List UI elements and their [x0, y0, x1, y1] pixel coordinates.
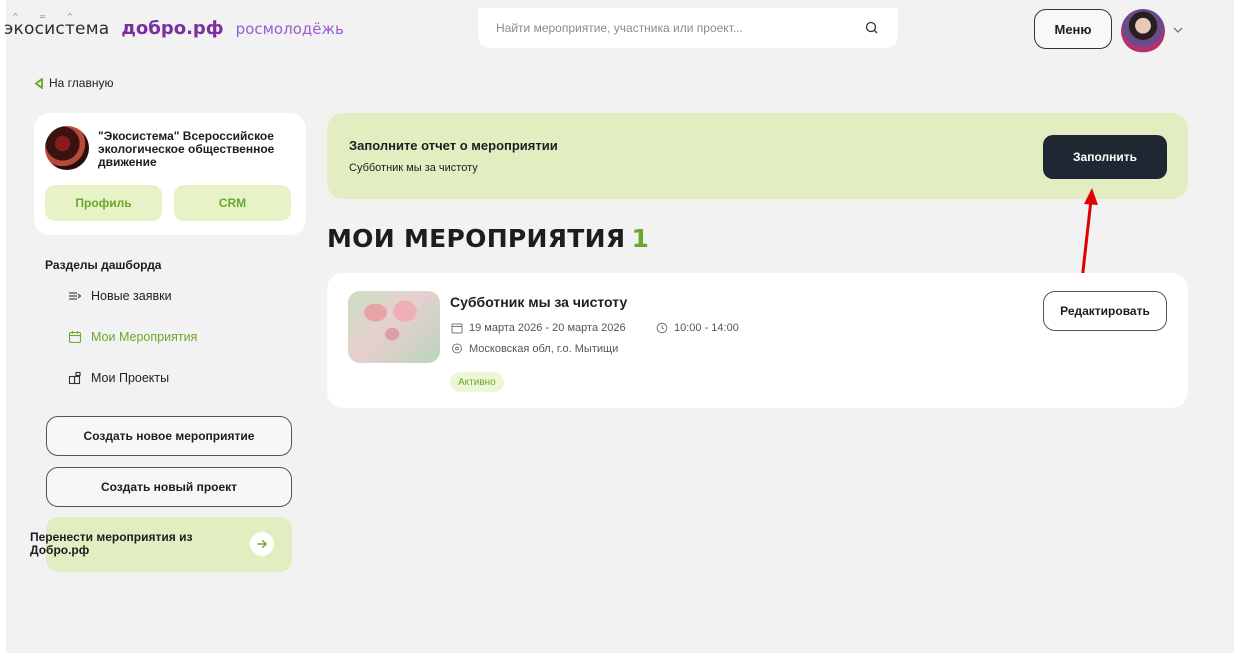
transfer-events-button[interactable] [250, 532, 274, 556]
arrow-right-icon [257, 539, 268, 549]
ecosystem-logo[interactable]: ^ = ^ экосистема [4, 12, 109, 39]
create-event-button[interactable]: Создать новое мероприятие [46, 416, 292, 456]
edit-event-button[interactable]: Редактировать [1043, 291, 1167, 331]
sidebar-item-label: Мои Мероприятия [91, 330, 198, 344]
event-location: Московская обл, г.о. Мытищи [451, 343, 618, 355]
calendar-icon [68, 331, 82, 344]
create-project-button[interactable]: Создать новый проект [46, 467, 292, 507]
calendar-icon [451, 323, 463, 334]
annotation-arrow-icon [1080, 188, 1098, 281]
back-link-label: На главную [49, 76, 114, 90]
organization-card: "Экосистема" Всероссийское экологическое… [34, 113, 306, 235]
brand-logos: ^ = ^ экосистема добро.рф росмолодёжь [4, 12, 344, 39]
search-icon[interactable] [864, 20, 880, 36]
sidebar-item-my-projects[interactable]: Мои Проекты [68, 371, 169, 385]
dobro-logo[interactable]: добро.рф [121, 18, 223, 39]
user-avatar[interactable] [1121, 9, 1165, 53]
back-arrow-icon [34, 77, 43, 89]
my-events-heading: МОИ МЕРОПРИЯТИЯ 1 [327, 224, 650, 253]
sidebar-item-label: Мои Проекты [91, 371, 170, 385]
event-date: 19 марта 2026 - 20 марта 2026 [451, 322, 626, 334]
organization-name: "Экосистема" Всероссийское экологическое… [98, 129, 275, 169]
report-title: Заполните отчет о мероприятии [349, 138, 558, 153]
organization-avatar [45, 126, 89, 170]
clock-icon [656, 322, 668, 334]
crm-button[interactable]: CRM [174, 185, 291, 221]
new-requests-icon [69, 292, 82, 300]
chevron-down-icon[interactable] [1171, 23, 1185, 37]
events-count: 1 [631, 224, 650, 253]
dashboard-sections-title: Разделы дашборда [45, 258, 162, 272]
sidebar-item-label: Новые заявки [91, 289, 172, 303]
back-to-home-link[interactable]: На главную [34, 76, 113, 90]
rosmolodezh-logo[interactable]: росмолодёжь [236, 20, 344, 38]
search-bar [478, 8, 898, 48]
sidebar-item-new-requests[interactable]: Новые заявки [68, 289, 172, 303]
status-badge: Активно [450, 372, 504, 392]
projects-icon [68, 371, 81, 385]
event-time: 10:00 - 14:00 [656, 322, 739, 334]
search-input[interactable] [496, 21, 864, 35]
sidebar-item-my-events[interactable]: Мои Мероприятия [68, 330, 197, 344]
event-name[interactable]: Субботник мы за чистоту [450, 294, 627, 310]
report-event-name: Субботник мы за чистоту [349, 162, 478, 174]
event-thumbnail [348, 291, 440, 363]
location-pin-icon [452, 343, 462, 354]
transfer-events-label: Перенести мероприятия из Добро.рф [30, 530, 193, 557]
fill-report-button[interactable]: Заполнить [1043, 135, 1167, 179]
menu-button[interactable]: Меню [1034, 9, 1112, 49]
profile-button[interactable]: Профиль [45, 185, 162, 221]
